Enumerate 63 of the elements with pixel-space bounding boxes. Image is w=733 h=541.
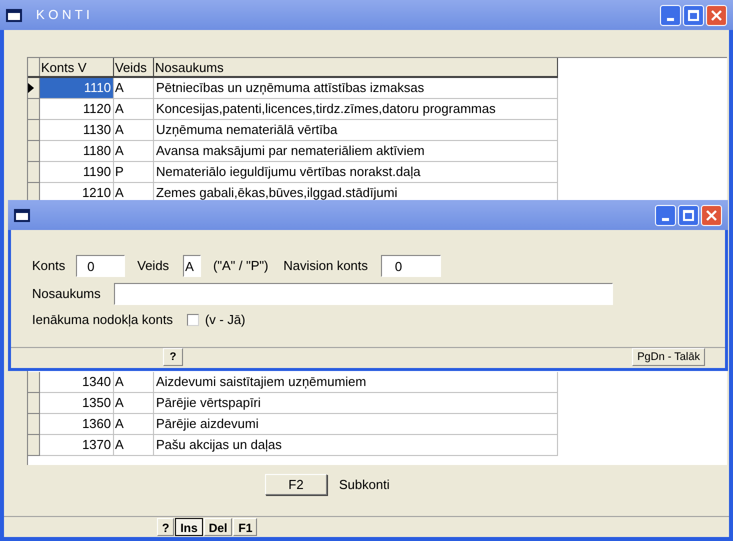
table-cell: 1370: [40, 435, 114, 456]
table-cell: Pārējie vērtspapīri: [154, 393, 558, 414]
table-cell: A: [114, 435, 154, 456]
table-cell: A: [114, 120, 154, 141]
help-button[interactable]: ?: [163, 348, 183, 366]
status-key-button[interactable]: F1: [233, 518, 258, 536]
table-cell: Pētniecības un uzņēmuma attīstības izmaksas: [154, 78, 558, 99]
nosaukums-field[interactable]: [114, 283, 613, 305]
maximize-button[interactable]: [678, 204, 699, 226]
nodoklis-hint: (v - Jā): [204, 311, 246, 329]
table-cell: A: [114, 99, 154, 120]
column-header[interactable]: Veids: [114, 58, 154, 76]
pointer-icon: [28, 83, 34, 93]
nodoklis-checkbox[interactable]: [186, 314, 199, 326]
table-cell: A: [114, 393, 154, 414]
table-cell: 1350: [40, 393, 114, 414]
close-button[interactable]: [701, 204, 722, 226]
table-cell: A: [114, 78, 154, 99]
table-cell: 1130: [40, 120, 114, 141]
table-cell: 1190: [40, 162, 114, 183]
nosaukums-label: Nosaukums: [32, 285, 101, 304]
table-cell: Pārējie aizdevumi: [154, 414, 558, 435]
column-header[interactable]: Nosaukums: [154, 58, 558, 76]
f2-button[interactable]: F2: [265, 474, 327, 495]
table-cell: P: [114, 162, 154, 183]
nodoklis-label: Ienākuma nodokļa konts: [32, 311, 173, 329]
table-cell: Avansa maksājumi par nemateriāliem aktīviem: [154, 141, 558, 162]
navision-field[interactable]: 0: [380, 255, 441, 277]
veids-hint: ("A" / "P"): [213, 257, 268, 276]
navision-label: Navision konts: [283, 257, 368, 276]
konts-field[interactable]: 0: [76, 255, 126, 277]
row-indicator[interactable]: [28, 78, 40, 99]
table-cell: Pašu akcijas un daļas: [154, 435, 558, 456]
table-cell: Uzņēmuma nemateriālā vērtība: [154, 120, 558, 141]
table-cell: 1340: [40, 372, 114, 393]
veids-label: Veids: [137, 257, 170, 276]
table-cell: Koncesijas,patenti,licences,tirdz.zīmes,datoru programmas: [154, 99, 558, 120]
table-cell: 1120: [40, 99, 114, 120]
close-button[interactable]: [706, 4, 727, 26]
table-cell: Aizdevumi saistītajiem uzņēmumiem: [154, 372, 558, 393]
window-title: K O N T I: [36, 6, 91, 24]
table-cell: A: [114, 141, 154, 162]
minimize-button[interactable]: [655, 204, 676, 226]
table-cell: 1180: [40, 141, 114, 162]
window-icon: [14, 208, 30, 222]
close-icon: [706, 210, 717, 220]
table-cell: 1360: [40, 414, 114, 435]
next-page-button[interactable]: PgDn - Talāk: [632, 348, 705, 366]
konts-label: Konts: [32, 257, 66, 276]
status-key-button[interactable]: Del: [204, 518, 232, 536]
table-cell: A: [114, 414, 154, 435]
minimize-button[interactable]: [660, 4, 681, 26]
close-icon: [711, 10, 722, 20]
column-header[interactable]: Konts V: [40, 58, 114, 76]
window-icon: [6, 8, 22, 22]
veids-field[interactable]: A: [183, 255, 202, 277]
status-key-button[interactable]: Ins: [175, 518, 203, 536]
table-cell: A: [114, 372, 154, 393]
subkonti-label: Subkonti: [339, 476, 390, 494]
status-key-button[interactable]: ?: [157, 518, 174, 536]
table-cell: Nemateriālo ieguldījumu vērtības norakst.daļa: [154, 162, 558, 183]
table-cell: 1110: [40, 78, 114, 99]
maximize-button[interactable]: [683, 4, 704, 26]
